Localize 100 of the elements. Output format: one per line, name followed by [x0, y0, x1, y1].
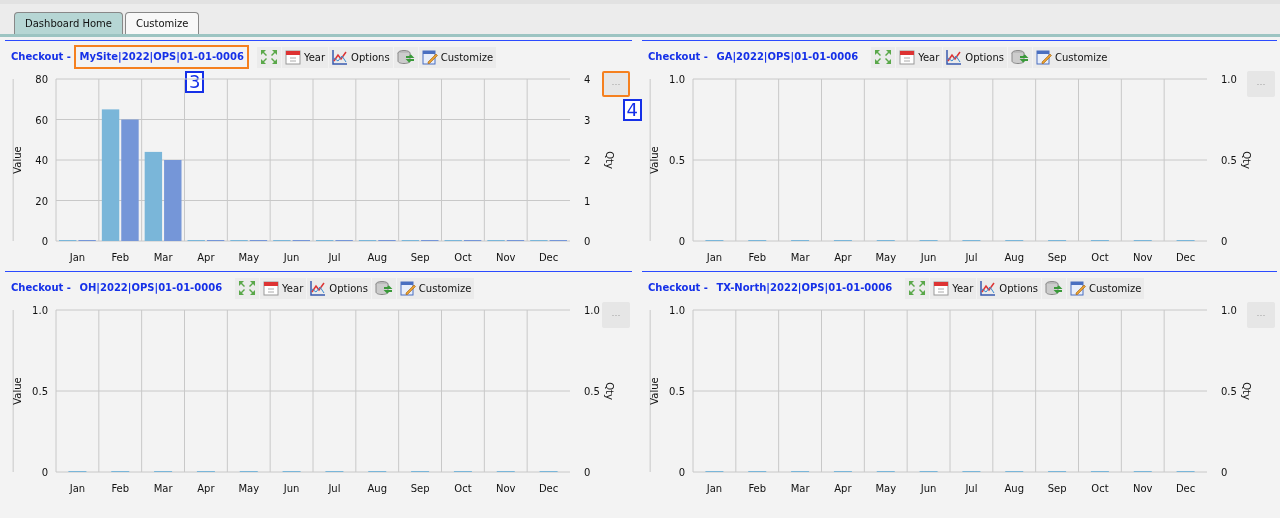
axis-tick-label: Sep — [410, 483, 430, 494]
axis-tick-label: 20 — [35, 195, 48, 207]
toolbar-button[interactable]: Options — [329, 46, 393, 68]
axis-tick-label: May — [238, 252, 260, 263]
toolbar-icon-button[interactable] — [1007, 46, 1032, 68]
toolbar-icon-button[interactable] — [1041, 277, 1066, 299]
axis-title: Qty — [604, 151, 615, 169]
axis-tick-label: May — [875, 483, 897, 494]
axis-tick-label: Jun — [920, 252, 937, 263]
axis-tick-label: Nov — [496, 252, 516, 263]
toolbar-button[interactable]: Customize — [1066, 277, 1145, 299]
toolbar-icon-button[interactable] — [871, 46, 896, 68]
toolbar-button[interactable]: Year — [260, 277, 307, 299]
axis-tick-label: 0.5 — [1221, 386, 1237, 397]
axis-tick-label: Aug — [367, 483, 387, 494]
axis-tick-label: 0.5 — [669, 155, 685, 166]
expand-icon — [259, 49, 278, 65]
axis-title: Qty — [1241, 151, 1252, 169]
toolbar-icon-button[interactable] — [235, 277, 260, 299]
panel-title: Checkout - GA|2022|OPS|01-01-0006 — [648, 50, 860, 65]
axis-tick-label: Oct — [1091, 483, 1109, 494]
toolbar-button[interactable]: Options — [943, 46, 1007, 68]
axis-tick-label: 0.5 — [584, 386, 600, 397]
axis-title: Value — [12, 377, 23, 405]
calendar-icon — [263, 280, 280, 296]
axis-tick-label: Aug — [1004, 252, 1024, 263]
axis-tick-label: Feb — [748, 483, 767, 494]
axis-tick-label: 1 — [584, 195, 591, 207]
toolbar-button[interactable]: Options — [307, 277, 371, 299]
axis-tick-label: Jan — [69, 483, 86, 494]
axis-tick-label: Mar — [790, 483, 810, 494]
toolbar-button[interactable]: Year — [930, 277, 977, 299]
expand-icon — [238, 280, 257, 296]
notepad-pencil-icon — [399, 280, 416, 296]
toolbar-button[interactable]: Customize — [396, 277, 475, 299]
toolbar-button[interactable]: Customize — [1032, 46, 1111, 68]
axis-tick-label: Oct — [454, 252, 472, 263]
database-refresh-icon — [374, 280, 393, 296]
axis-tick-label: 80 — [35, 74, 48, 85]
axis-tick-label: 4 — [584, 74, 591, 85]
toolbar-button[interactable]: Options — [977, 277, 1041, 299]
axis-tick-label: Dec — [538, 252, 559, 263]
calendar-icon — [899, 49, 916, 65]
axis-tick-label: Jul — [328, 483, 341, 494]
toolbar-icon-button[interactable] — [905, 277, 930, 299]
axis-tick-label: Feb — [111, 252, 130, 263]
axis-tick-label: 60 — [35, 114, 48, 126]
panel-title: Checkout - MySite|2022|OPS|01-01-0006 — [11, 45, 249, 69]
axis-title: Qty — [604, 382, 615, 400]
panel-title: Checkout - TX-North|2022|OPS|01-01-0006 — [648, 281, 894, 296]
callout-number: 3 — [185, 71, 205, 93]
toolbar-button[interactable]: Customize — [418, 46, 497, 68]
toolbar-icon-button[interactable] — [393, 46, 418, 68]
axis-tick-label: 1.0 — [669, 305, 685, 316]
notepad-pencil-icon — [1035, 49, 1052, 65]
axis-tick-label: 0.5 — [669, 386, 685, 397]
chart-icon — [980, 280, 997, 296]
axis-tick-label: Sep — [410, 252, 430, 263]
axis-tick-label: 0 — [1221, 236, 1228, 247]
axis-tick-label: Nov — [1133, 252, 1153, 263]
axis-tick-label: 0 — [1221, 467, 1228, 478]
axis-tick-label: 1.0 — [32, 305, 48, 316]
toolbar-button[interactable]: Year — [896, 46, 943, 68]
callout-number: 4 — [622, 99, 642, 121]
axis-tick-label: 1.0 — [1221, 305, 1237, 316]
axis-tick-label: Mar — [153, 483, 173, 494]
axis-tick-label: 1.0 — [1221, 74, 1237, 85]
axis-tick-label: Dec — [1175, 483, 1196, 494]
axis-tick-label: 3 — [584, 114, 591, 126]
database-refresh-icon — [1044, 280, 1063, 296]
axis-tick-label: Mar — [790, 252, 810, 263]
database-refresh-icon — [396, 49, 415, 65]
toolbar-icon-button[interactable] — [371, 277, 396, 299]
axis-tick-label: Apr — [834, 483, 852, 494]
axis-tick-label: Jun — [920, 483, 937, 494]
chart-icon — [946, 49, 963, 65]
axis-tick-label: Apr — [197, 483, 215, 494]
axis-title: Value — [649, 377, 660, 405]
axis-tick-label: 0 — [584, 236, 591, 247]
tab[interactable]: Dashboard Home — [14, 12, 123, 34]
axis-tick-label: Feb — [111, 483, 130, 494]
axis-tick-label: 0 — [41, 236, 48, 247]
axis-tick-label: Dec — [1175, 252, 1196, 263]
axis-tick-label: May — [875, 252, 897, 263]
axis-tick-label: Aug — [1004, 483, 1024, 494]
database-refresh-icon — [1010, 49, 1029, 65]
axis-tick-label: 1.0 — [584, 305, 600, 316]
axis-tick-label: 0 — [678, 236, 685, 247]
axis-tick-label: Oct — [454, 483, 472, 494]
axis-tick-label: Jan — [69, 252, 86, 263]
axis-tick-label: 2 — [584, 155, 591, 166]
axis-tick-label: Apr — [197, 252, 215, 263]
toolbar-button[interactable]: Year — [281, 46, 329, 68]
chart-icon — [310, 280, 327, 296]
toolbar-icon-button[interactable] — [256, 46, 281, 68]
axis-tick-label: Sep — [1047, 252, 1067, 263]
axis-tick-label: 0 — [678, 467, 685, 478]
tab[interactable]: Customize — [124, 12, 200, 34]
chart-icon — [332, 49, 349, 65]
axis-tick-label: Mar — [153, 252, 173, 263]
